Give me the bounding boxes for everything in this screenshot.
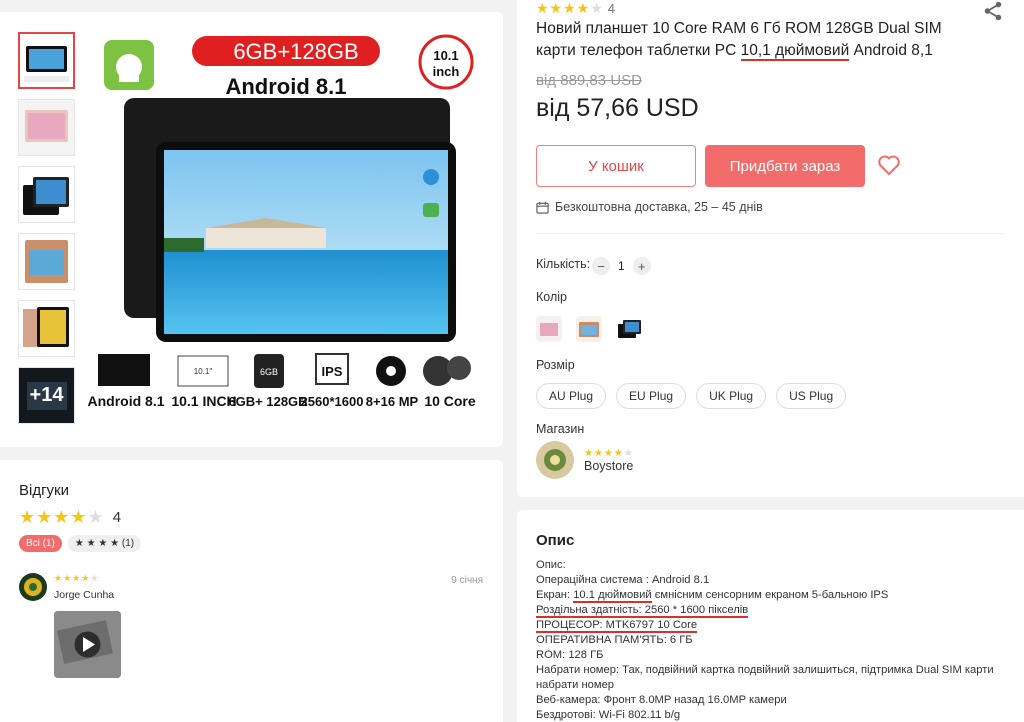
size-label: Розмір bbox=[536, 358, 575, 372]
svg-text:6GB: 6GB bbox=[260, 367, 278, 377]
thumbnail-1[interactable] bbox=[18, 32, 75, 89]
filter-four-stars[interactable]: ★ ★ ★ ★ (1) bbox=[67, 535, 142, 552]
feature-label-size: 10.1 INCH bbox=[171, 393, 236, 409]
thumbnail-3[interactable] bbox=[18, 166, 75, 223]
description-body: Опис: Операційна система : Android 8.1 Е… bbox=[536, 558, 1006, 722]
svg-text:inch: inch bbox=[433, 64, 460, 79]
thumbnail-list: +14 bbox=[18, 32, 76, 434]
title-highlight: 10,1 дюймовий bbox=[740, 42, 850, 61]
buy-now-button[interactable]: Придбати зараз bbox=[705, 145, 865, 187]
desc-line-screen: Екран: 10.1 дюймовий ємнісним сенсорним … bbox=[536, 589, 889, 603]
thumbnail-5[interactable] bbox=[18, 300, 75, 357]
quantity-label: Кількість: bbox=[536, 257, 591, 271]
desc-line: Бездротові: Wi-Fi 802.11 b/g bbox=[536, 709, 681, 721]
store-rating-stars: ★★★★★ bbox=[584, 447, 634, 459]
filter-all[interactable]: Всі (1) bbox=[19, 535, 62, 552]
svg-text:10.1": 10.1" bbox=[194, 367, 213, 376]
product-rating: ★★★★★ 4 bbox=[536, 0, 615, 17]
description-section: Опис Опис: Операційна система : Android … bbox=[517, 510, 1024, 722]
thumbnail-more[interactable]: +14 bbox=[18, 367, 75, 424]
color-swatch-black[interactable] bbox=[616, 316, 642, 342]
plug-options: AU Plug EU Plug UK Plug US Plug bbox=[536, 383, 847, 409]
reviews-section: Відгуки ★★★★★ 4 Всі (1) ★ ★ ★ ★ (1) ★★★★… bbox=[0, 460, 503, 722]
description-title: Опис bbox=[536, 532, 575, 549]
android-logo-icon bbox=[104, 40, 154, 90]
review-date: 9 січня bbox=[451, 575, 483, 586]
add-to-cart-button[interactable]: У кошик bbox=[536, 145, 696, 187]
reviews-average-stars: ★★★★★ bbox=[19, 507, 105, 527]
thumbnail-4[interactable] bbox=[18, 233, 75, 290]
store-info[interactable]: ★★★★★ Boystore bbox=[536, 441, 634, 479]
reviewer-avatar bbox=[19, 573, 47, 601]
ram-rom-badge-text: 6GB+128GB bbox=[233, 39, 358, 64]
plug-option-us[interactable]: US Plug bbox=[776, 383, 847, 409]
review-video[interactable] bbox=[54, 611, 121, 678]
old-price: від 889,83 USD bbox=[536, 72, 642, 89]
current-price: від 57,66 USD bbox=[536, 94, 699, 122]
quantity-value[interactable]: 1 bbox=[618, 259, 625, 273]
reviews-average: ★★★★★ 4 bbox=[19, 507, 121, 528]
reviews-title: Відгуки bbox=[19, 482, 70, 499]
rating-stars: ★★★★★ bbox=[536, 0, 604, 16]
review-filters: Всі (1) ★ ★ ★ ★ (1) bbox=[19, 535, 142, 552]
desc-line: Опис: bbox=[536, 559, 566, 571]
quantity-increase-button[interactable]: + bbox=[632, 257, 651, 275]
feature-label-resolution: 2560*1600 bbox=[301, 394, 364, 409]
plug-option-uk[interactable]: UK Plug bbox=[696, 383, 767, 409]
desc-highlight: 2560 * 1600 пікселів bbox=[644, 604, 749, 618]
play-icon bbox=[74, 631, 101, 658]
main-product-image[interactable]: 6GB+128GB Android 8.1 10.1 inch 10.1" 6G… bbox=[86, 32, 481, 427]
product-title: Новий планшет 10 Core RAM 6 Гб ROM 128GB… bbox=[536, 20, 942, 61]
feature-label-memory: 6GB+ 128GB bbox=[228, 394, 307, 409]
plug-option-au[interactable]: AU Plug bbox=[536, 383, 607, 409]
reviewer-name: Jorge Cunha bbox=[54, 589, 115, 601]
color-swatch-pink[interactable] bbox=[536, 316, 562, 342]
divider bbox=[536, 233, 1004, 234]
feature-label-os: Android 8.1 bbox=[87, 393, 164, 409]
desc-line-cpu: ПРОЦЕСОР: MTK6797 10 Core bbox=[536, 619, 698, 633]
product-gallery: +14 6GB+128GB Android 8.1 10.1 inch 10.1… bbox=[0, 12, 503, 447]
desc-line: ОПЕРАТИВНА ПАМ'ЯТЬ: 6 ГБ bbox=[536, 634, 693, 646]
color-swatch-gold[interactable] bbox=[576, 316, 602, 342]
store-label: Магазин bbox=[536, 422, 585, 436]
thumbnail-2[interactable] bbox=[18, 99, 75, 156]
store-name[interactable]: Boystore bbox=[584, 459, 634, 473]
desc-line: Набрати номер: Так, подвійний картка под… bbox=[536, 664, 994, 691]
svg-text:IPS: IPS bbox=[322, 364, 343, 379]
review-stars: ★★★★★ bbox=[54, 573, 100, 583]
rating-value: 4 bbox=[607, 1, 615, 16]
desc-line-resolution: Роздільна здатність: 2560 * 1600 пікселі… bbox=[536, 604, 749, 618]
reviews-average-value: 4 bbox=[112, 509, 122, 526]
desc-highlight: 10.1 дюймовий bbox=[573, 589, 652, 603]
color-options bbox=[536, 316, 642, 342]
svg-text:10.1: 10.1 bbox=[433, 48, 458, 63]
feature-label-camera: 8+16 MP bbox=[366, 394, 419, 409]
share-icon[interactable] bbox=[982, 0, 1004, 22]
desc-line: Веб-камера: Фронт 8.0MP назад 16.0MP кам… bbox=[536, 694, 787, 706]
quantity-stepper: − 1 + bbox=[592, 257, 651, 275]
delivery-text: Безкоштовна доставка, 25 – 45 днів bbox=[555, 200, 763, 214]
wishlist-heart-icon[interactable] bbox=[877, 153, 901, 177]
product-info: ★★★★★ 4 Новий планшет 10 Core RAM 6 Гб R… bbox=[517, 0, 1024, 497]
color-label: Колір bbox=[536, 290, 567, 304]
feature-label-cpu: 10 Core bbox=[424, 393, 476, 409]
plug-option-eu[interactable]: EU Plug bbox=[616, 383, 687, 409]
os-badge-text: Android 8.1 bbox=[225, 74, 346, 99]
more-images-count: +14 bbox=[19, 368, 74, 423]
quantity-decrease-button[interactable]: − bbox=[592, 257, 610, 275]
delivery-info: Безкоштовна доставка, 25 – 45 днів bbox=[536, 200, 763, 214]
calendar-icon bbox=[536, 201, 549, 214]
store-avatar[interactable] bbox=[536, 441, 574, 479]
desc-line: Операційна система : Android 8.1 bbox=[536, 574, 710, 586]
desc-line: ROM: 128 ГБ bbox=[536, 649, 604, 661]
